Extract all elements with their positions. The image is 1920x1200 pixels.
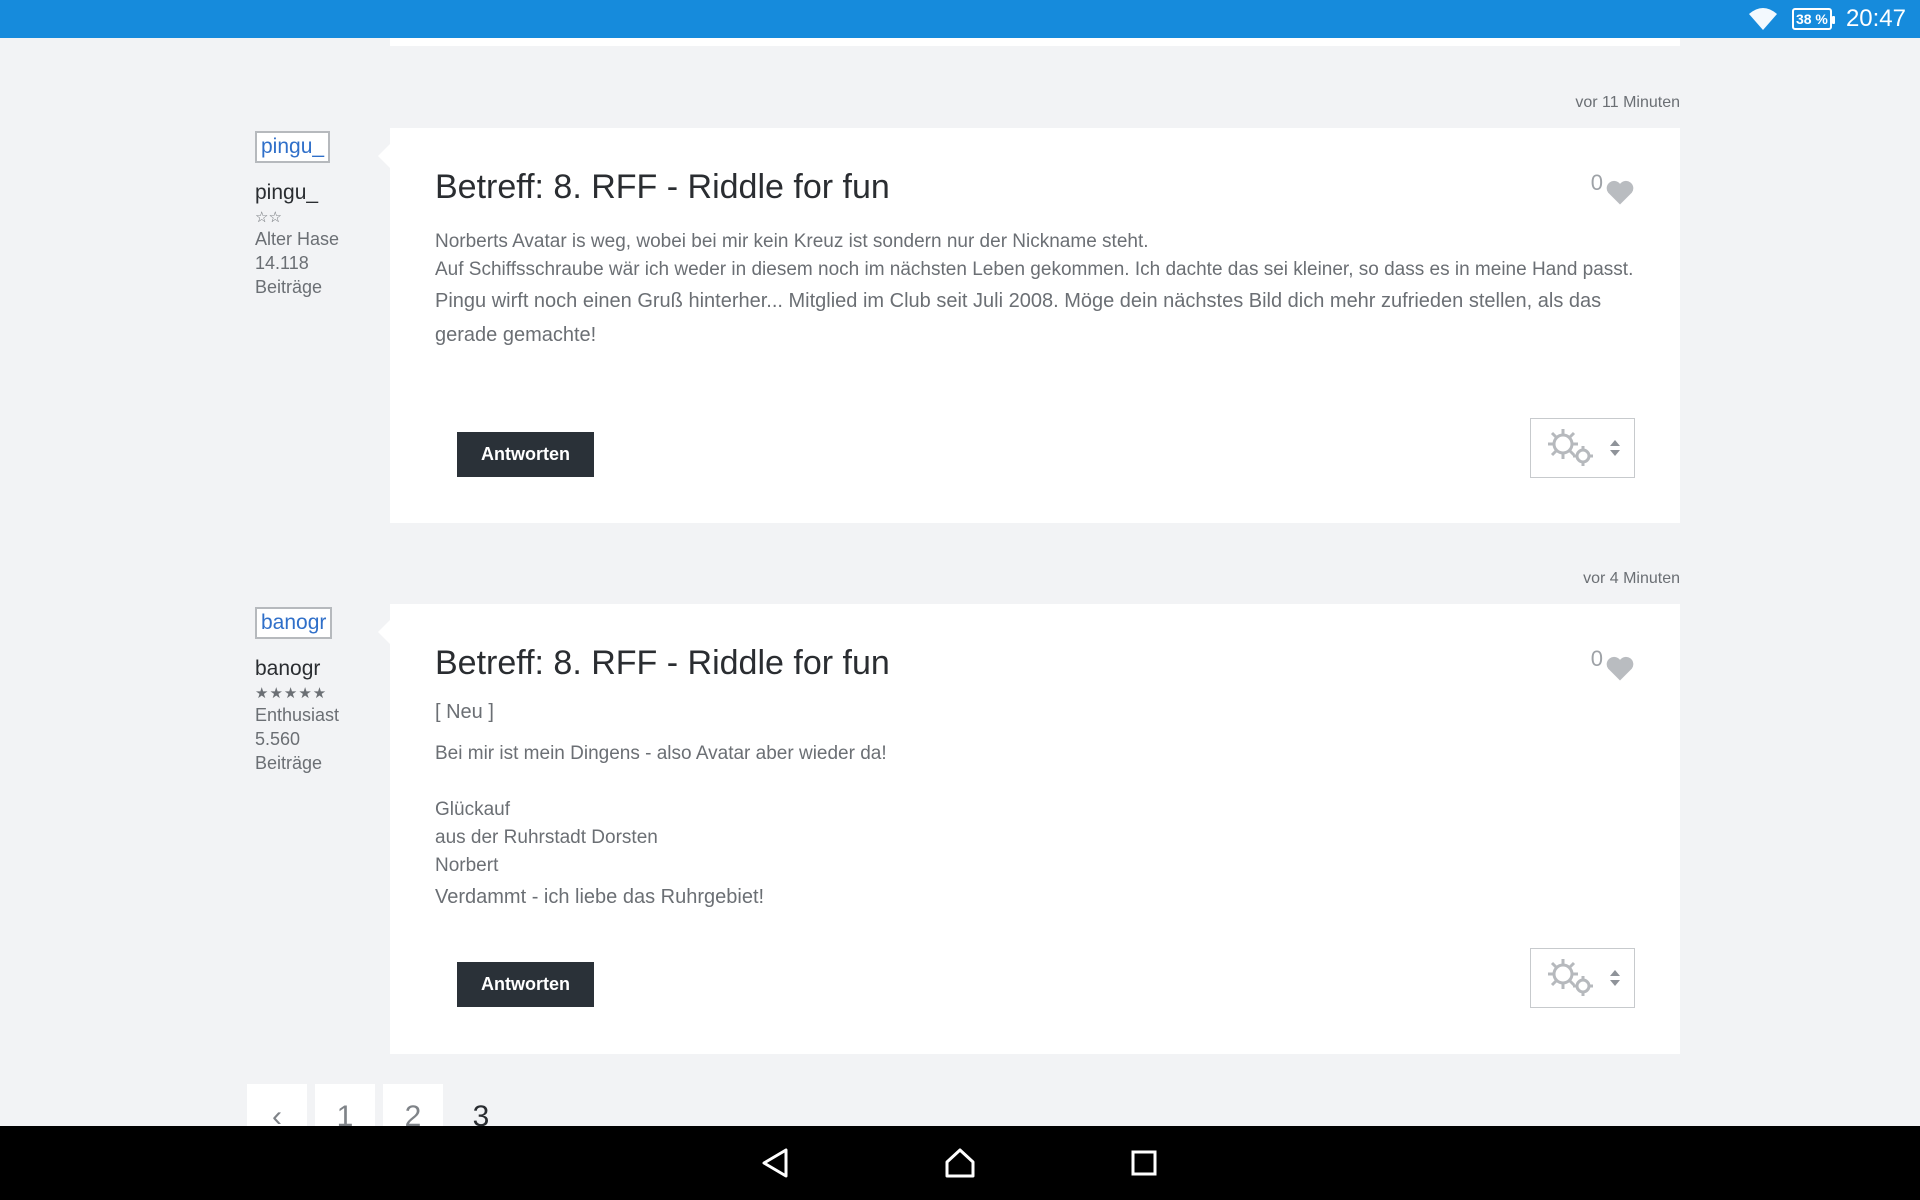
avatar[interactable]: banogr — [255, 607, 333, 639]
author-name[interactable]: pingu_ — [255, 181, 365, 205]
heart-icon — [1606, 180, 1634, 205]
author-posts-label: Beiträge — [255, 277, 323, 297]
post-signature: Verdammt - ich liebe das Ruhrgebiet! — [435, 886, 765, 908]
post-author: banogr banogr ★★★★★ Enthusiast 5.560 Bei… — [255, 607, 365, 775]
heart-icon — [1606, 656, 1634, 681]
reply-button[interactable]: Antworten — [457, 962, 594, 1007]
author-rank: Enthusiast — [255, 705, 340, 725]
sort-arrows-icon — [1609, 440, 1620, 456]
pagination-page-2[interactable]: 2 — [383, 1084, 443, 1126]
gear-icon — [1547, 959, 1593, 996]
back-icon[interactable] — [759, 1146, 793, 1180]
battery-level: 38 % — [1795, 11, 1828, 27]
author-post-count: 14.118 — [255, 253, 309, 273]
navigation-bar — [0, 1126, 1920, 1200]
post-text-line: Norbert — [435, 855, 499, 876]
author-posts-label: Beiträge — [255, 753, 323, 773]
wifi-icon — [1748, 8, 1777, 30]
home-icon[interactable] — [943, 1146, 977, 1180]
post-text-line: Auf Schiffsschraube wär ich weder in die… — [435, 259, 1634, 280]
post-text-line — [435, 768, 1635, 796]
new-tag: [ Neu ] — [435, 701, 494, 723]
author-name[interactable]: banogr — [255, 657, 365, 681]
post-signature: Pingu wirft noch einen Gruß hinterher...… — [435, 290, 1602, 346]
pagination: ‹ 1 2 3 — [247, 1084, 511, 1126]
pagination-page-3: 3 — [472, 1100, 490, 1126]
rank-stars: ☆☆ — [255, 209, 282, 226]
post-timestamp: vor 4 Minuten — [1583, 570, 1680, 587]
pagination-prev-button[interactable]: ‹ — [247, 1084, 307, 1126]
avatar[interactable]: pingu_ — [255, 131, 331, 163]
forum-thread: vor 11 Minuten pingu_ pingu_ ☆☆ Alter Ha… — [0, 38, 1920, 1126]
recents-icon[interactable] — [1127, 1146, 1161, 1180]
post-text-line: Glückauf — [435, 799, 510, 820]
post-card: Betreff: 8. RFF - Riddle for fun 0 [ Neu… — [378, 604, 1680, 1054]
post-title: Betreff: 8. RFF - Riddle for fun — [435, 168, 890, 206]
post-author: pingu_ pingu_ ☆☆ Alter Hase 14.118 Beitr… — [255, 131, 365, 299]
post-timestamp: vor 11 Minuten — [1575, 94, 1680, 111]
post-body: [ Neu ] Bei mir ist mein Dingens - also … — [435, 698, 1635, 914]
sort-arrows-icon — [1609, 970, 1620, 986]
gear-icon — [1547, 429, 1593, 466]
like-button[interactable]: 0 — [1591, 646, 1635, 682]
author-rank: Alter Hase — [255, 229, 340, 249]
reply-button[interactable]: Antworten — [457, 432, 594, 477]
clock: 20:47 — [1845, 5, 1906, 32]
rank-stars: ★★★★★ — [255, 685, 328, 702]
post-text-line: aus der Ruhrstadt Dorsten — [435, 827, 658, 848]
post-options-dropdown[interactable] — [1530, 418, 1635, 478]
post-body: Norberts Avatar is weg, wobei bei mir ke… — [435, 228, 1635, 352]
post-card: Betreff: 8. RFF - Riddle for fun 0 Norbe… — [378, 128, 1680, 523]
like-count: 0 — [1590, 646, 1603, 671]
pagination-page-1[interactable]: 1 — [315, 1084, 375, 1126]
battery-icon: 38 % — [1791, 8, 1835, 30]
post-options-dropdown[interactable] — [1530, 948, 1635, 1008]
post-title: Betreff: 8. RFF - Riddle for fun — [435, 644, 890, 682]
previous-post-card — [390, 38, 1680, 46]
status-bar: 38 % 20:47 — [0, 0, 1920, 38]
author-post-count: 5.560 — [255, 729, 301, 749]
like-button[interactable]: 0 — [1591, 170, 1635, 206]
like-count: 0 — [1590, 170, 1603, 195]
post-text-line: Bei mir ist mein Dingens - also Avatar a… — [435, 743, 887, 764]
post-text-line: Norberts Avatar is weg, wobei bei mir ke… — [435, 231, 1149, 252]
